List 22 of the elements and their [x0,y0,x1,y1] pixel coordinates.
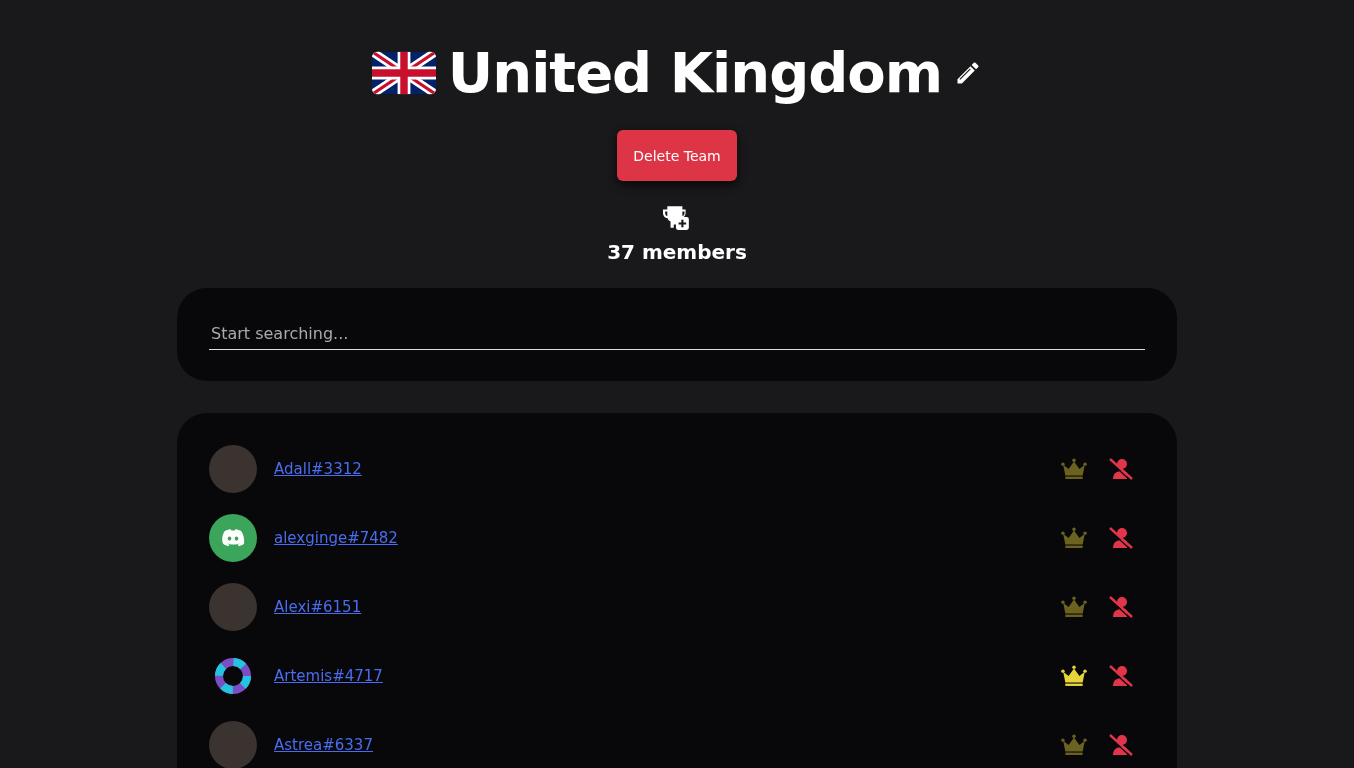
member-link[interactable]: Astrea#6337 [274,735,373,754]
avatar-photo-placeholder [209,720,257,768]
trophy-plus-icon[interactable] [663,204,691,230]
remove-user-icon[interactable] [1109,664,1133,687]
member-link[interactable]: Artemis#4717 [274,666,383,685]
remove-user-icon[interactable] [1109,457,1133,480]
avatar-photo-placeholder [209,582,257,631]
gamepad-avatar-icon [209,513,257,562]
member-link[interactable]: Adall#3312 [274,459,362,478]
member-count: 37 members [607,240,747,264]
search-field[interactable]: Start searching... [209,318,1145,350]
avatar-photo-placeholder [209,444,257,493]
remove-user-icon[interactable] [1109,733,1133,756]
remove-user-icon[interactable] [1109,595,1133,618]
crown-icon[interactable] [1061,664,1087,687]
delete-team-button[interactable]: Delete Team [617,130,737,181]
search-bar[interactable]: Start searching... [177,288,1177,381]
union-jack-flag-icon [371,50,436,96]
remove-user-icon[interactable] [1109,526,1133,549]
team-title: United Kingdom [447,40,943,106]
member-link[interactable]: alexginge#7482 [274,528,398,547]
member-link[interactable]: Alexi#6151 [274,597,362,616]
